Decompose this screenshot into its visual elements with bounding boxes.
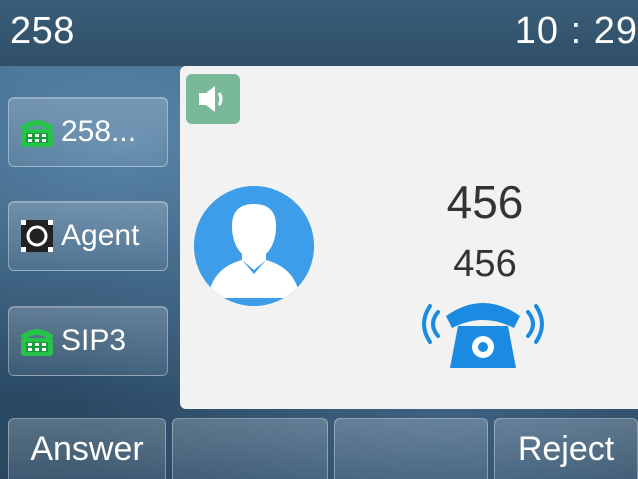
answer-button[interactable]: Answer bbox=[8, 418, 166, 479]
status-bar: 258 10 : 29 bbox=[0, 0, 638, 67]
agent-icon bbox=[17, 216, 57, 256]
softkey-2[interactable] bbox=[172, 418, 328, 479]
line-key-258[interactable]: 258... bbox=[8, 97, 168, 167]
green-phone-icon bbox=[17, 112, 57, 152]
caller-name: 456 bbox=[446, 176, 524, 228]
caller-number: 456 bbox=[453, 243, 517, 285]
green-phone-icon bbox=[17, 321, 57, 361]
line-key-label: 258... bbox=[61, 115, 137, 148]
clock: 10 : 29 bbox=[514, 10, 638, 52]
line-key-agent[interactable]: Agent bbox=[8, 201, 168, 271]
softkey-bar: Answer Reject bbox=[0, 418, 638, 479]
ringing-phone-icon bbox=[418, 294, 548, 372]
contact-avatar-icon bbox=[194, 186, 314, 306]
softkey-3[interactable] bbox=[334, 418, 488, 479]
speaker-icon bbox=[186, 74, 240, 124]
line-key-label: SIP3 bbox=[61, 324, 127, 357]
line-key-label: Agent bbox=[61, 219, 140, 252]
line-key-sip3[interactable]: SIP3 bbox=[8, 306, 168, 376]
account-title: 258 bbox=[10, 10, 75, 52]
reject-button[interactable]: Reject bbox=[494, 418, 638, 479]
